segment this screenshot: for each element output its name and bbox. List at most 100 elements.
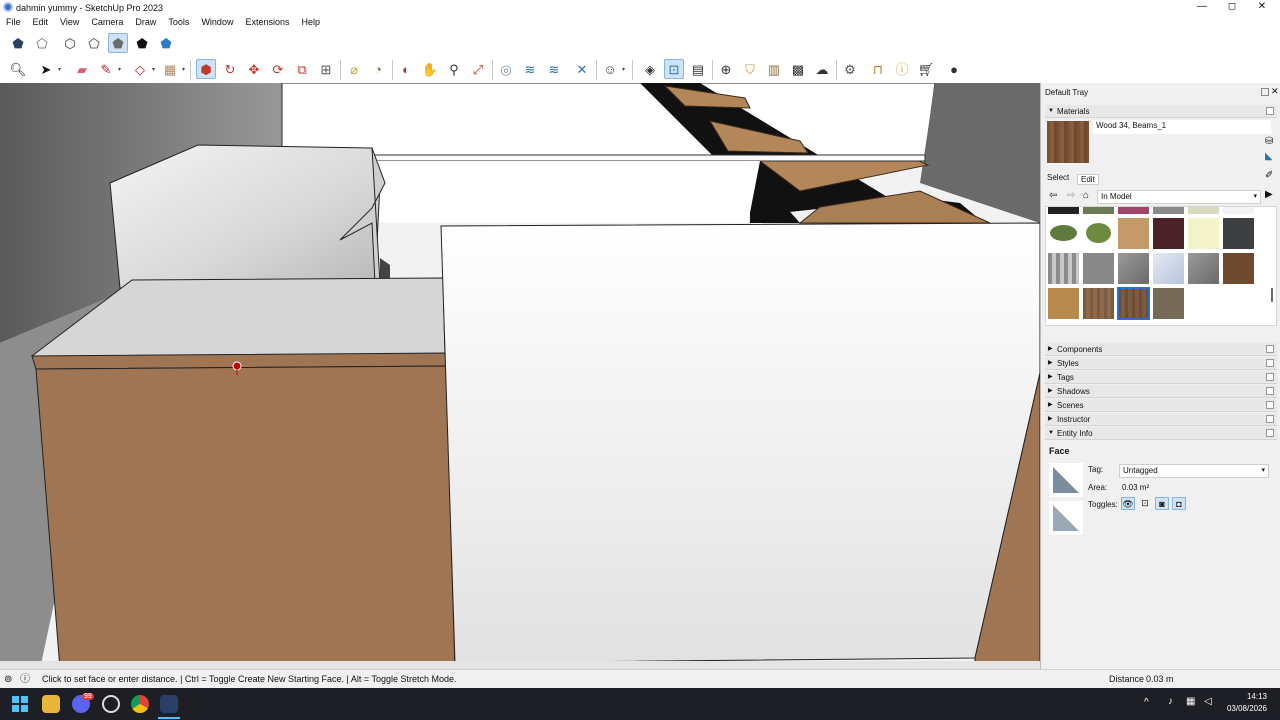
home-icon[interactable]: ⌂ bbox=[1083, 190, 1089, 201]
info-icon[interactable]: ⓘ bbox=[892, 59, 912, 79]
chevron-down-icon[interactable]: ▾ bbox=[58, 66, 61, 73]
material-swatch[interactable] bbox=[1188, 253, 1219, 284]
network-icon[interactable]: ▦ bbox=[1186, 696, 1195, 707]
visibility-eye-icon[interactable]: 👁︎ bbox=[1121, 497, 1135, 510]
info-icon[interactable]: ⓘ bbox=[20, 670, 30, 689]
material-swatch[interactable] bbox=[1223, 218, 1254, 249]
material-swatch[interactable] bbox=[1083, 218, 1114, 249]
close-panel-icon[interactable] bbox=[1266, 387, 1274, 395]
menu-file[interactable]: File bbox=[0, 15, 27, 30]
chevron-down-icon[interactable]: ▾ bbox=[118, 66, 121, 73]
chevron-up-icon[interactable]: ^ bbox=[1144, 697, 1149, 708]
protractor-icon[interactable]: ◔ bbox=[368, 59, 388, 79]
zoom-extents-icon[interactable]: ⤢ bbox=[468, 59, 488, 79]
close-panel-icon[interactable] bbox=[1266, 373, 1274, 381]
cloud-upload-icon[interactable]: ☁ bbox=[812, 59, 832, 79]
details-arrow-icon[interactable]: ▶ bbox=[1265, 189, 1273, 200]
material-swatch[interactable] bbox=[1153, 218, 1184, 249]
lock-icon[interactable]: ⊡ bbox=[1138, 497, 1152, 510]
microphone-icon[interactable]: ♪ bbox=[1168, 696, 1173, 707]
chrome-icon[interactable] bbox=[131, 695, 149, 713]
shaded-style-icon[interactable]: ⬟ bbox=[108, 33, 128, 53]
tab-edit[interactable]: Edit bbox=[1077, 174, 1099, 185]
scale-icon[interactable]: ⧉ bbox=[292, 59, 312, 79]
material-swatch[interactable] bbox=[1048, 218, 1079, 249]
styles-header[interactable]: ▶ Styles bbox=[1045, 357, 1277, 370]
material-swatch[interactable] bbox=[1223, 207, 1254, 214]
follow-me-icon[interactable]: ↻ bbox=[220, 59, 240, 79]
instructor-header[interactable]: ▶ Instructor bbox=[1045, 413, 1277, 426]
add-location-icon[interactable]: ⊕ bbox=[716, 59, 736, 79]
settings-gear-icon[interactable]: ⚙ bbox=[840, 59, 860, 79]
outliner-icon[interactable]: ⊡ bbox=[664, 59, 684, 79]
move-icon[interactable]: ✥ bbox=[244, 59, 264, 79]
volume-icon[interactable]: ◁ bbox=[1204, 696, 1212, 707]
tray-pin-icon[interactable] bbox=[1261, 88, 1269, 96]
rotate-icon[interactable]: ⟳ bbox=[268, 59, 288, 79]
offset-icon[interactable]: ⊞ bbox=[316, 59, 336, 79]
model-info-icon[interactable]: ◈ bbox=[640, 59, 660, 79]
close-panel-icon[interactable] bbox=[1266, 107, 1274, 115]
back-face-color-icon[interactable] bbox=[1049, 501, 1083, 535]
close-panel-icon[interactable] bbox=[1266, 359, 1274, 367]
menu-help[interactable]: Help bbox=[295, 15, 326, 30]
user-profile-icon[interactable]: ● bbox=[944, 59, 964, 79]
shaded-textures-style-icon[interactable]: ⬟ bbox=[132, 33, 152, 53]
material-swatch[interactable] bbox=[1153, 207, 1184, 214]
xray-style-icon[interactable]: ⬟ bbox=[8, 33, 28, 53]
pencil-icon[interactable]: ✎ bbox=[96, 59, 116, 79]
materials-header[interactable]: ▼ Materials bbox=[1045, 105, 1277, 118]
geo-location-icon[interactable]: ⊚ bbox=[4, 670, 12, 689]
material-swatch[interactable] bbox=[1118, 207, 1149, 214]
menu-camera[interactable]: Camera bbox=[85, 15, 129, 30]
swatch-scrollbar[interactable] bbox=[1271, 288, 1273, 302]
create-material-icon[interactable]: ⛁ bbox=[1265, 136, 1273, 147]
warehouse-icon[interactable]: ◎ bbox=[496, 59, 516, 79]
chevron-down-icon[interactable]: ▾ bbox=[182, 66, 185, 73]
chevron-down-icon[interactable]: ▾ bbox=[152, 66, 155, 73]
menu-tools[interactable]: Tools bbox=[162, 15, 195, 30]
share-model-icon[interactable]: ✕ bbox=[572, 59, 592, 79]
material-swatch[interactable] bbox=[1048, 288, 1079, 319]
freehand-shape-icon[interactable]: ◇ bbox=[130, 59, 150, 79]
monochrome-style-icon[interactable]: ⬟ bbox=[156, 33, 176, 53]
front-face-color-icon[interactable] bbox=[1049, 463, 1083, 497]
model-viewport[interactable] bbox=[0, 83, 1040, 669]
close-panel-icon[interactable] bbox=[1266, 345, 1274, 353]
components-header[interactable]: ▶ Components bbox=[1045, 343, 1277, 356]
clock-time[interactable]: 14:13 bbox=[1229, 692, 1267, 701]
default-material-icon[interactable]: ◣ bbox=[1265, 151, 1273, 162]
menu-view[interactable]: View bbox=[54, 15, 85, 30]
pan-hand-icon[interactable]: ✋ bbox=[420, 59, 440, 79]
close-panel-icon[interactable] bbox=[1266, 401, 1274, 409]
cart-icon[interactable]: 🛒︎ bbox=[916, 59, 936, 79]
tags-header[interactable]: ▶ Tags bbox=[1045, 371, 1277, 384]
material-swatch[interactable] bbox=[1188, 207, 1219, 214]
material-name-field[interactable]: Wood 34, Beams_1 bbox=[1093, 120, 1271, 134]
tag-dropdown[interactable]: Untagged ▾ bbox=[1119, 464, 1269, 478]
minimize-button[interactable]: — bbox=[1187, 0, 1217, 15]
material-swatch[interactable] bbox=[1083, 207, 1114, 214]
eraser-icon[interactable]: ▰ bbox=[72, 59, 92, 79]
menu-edit[interactable]: Edit bbox=[27, 15, 55, 30]
material-swatch[interactable] bbox=[1083, 253, 1114, 284]
material-swatch[interactable] bbox=[1118, 218, 1149, 249]
obs-icon[interactable] bbox=[102, 695, 120, 713]
material-swatch[interactable] bbox=[1153, 288, 1184, 319]
scene-icon[interactable]: ▤ bbox=[688, 59, 708, 79]
chevron-down-icon[interactable]: ▾ bbox=[622, 66, 625, 73]
receive-shadows-icon[interactable]: ◘ bbox=[1172, 497, 1186, 510]
windows-start-icon[interactable] bbox=[12, 696, 28, 712]
cast-shadows-icon[interactable]: ◙ bbox=[1155, 497, 1169, 510]
material-swatch[interactable] bbox=[1083, 288, 1114, 319]
material-swatch[interactable] bbox=[1188, 218, 1219, 249]
close-panel-icon[interactable] bbox=[1266, 429, 1274, 437]
material-swatch[interactable] bbox=[1223, 253, 1254, 284]
material-swatch[interactable] bbox=[1118, 253, 1149, 284]
account-icon[interactable]: ☺ bbox=[600, 59, 620, 79]
push-pull-icon[interactable]: ⬢ bbox=[196, 59, 216, 79]
eyedropper-icon[interactable]: ✐ bbox=[1265, 170, 1273, 181]
sketchup-taskbar-icon[interactable] bbox=[160, 695, 178, 713]
style-builder-icon[interactable]: ▥ bbox=[764, 59, 784, 79]
wireframe-style-icon[interactable]: ⬡ bbox=[60, 33, 80, 53]
